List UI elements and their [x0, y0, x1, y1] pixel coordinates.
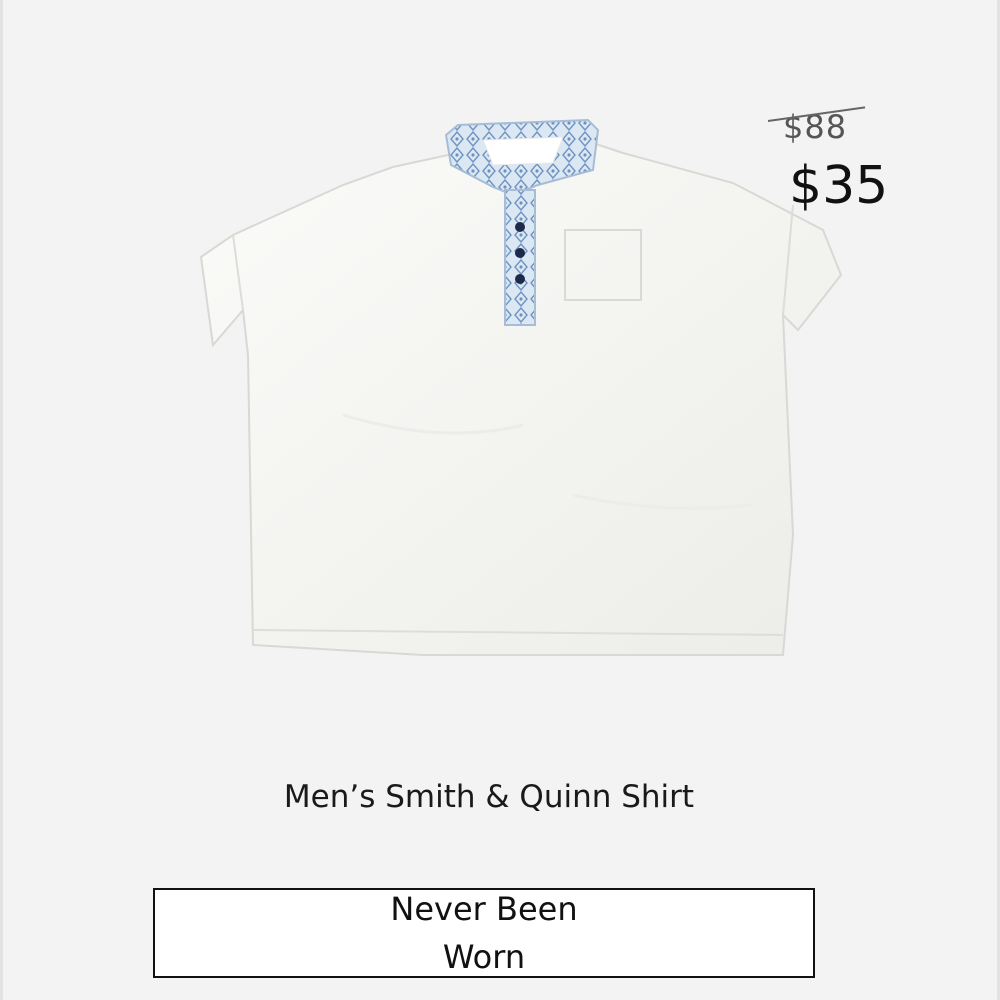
polo-shirt-icon [199, 118, 843, 656]
product-image[interactable] [193, 115, 853, 675]
condition-label: Never Been Worn [390, 890, 578, 976]
condition-badge: Never Been Worn [153, 888, 815, 978]
sale-price: $35 [789, 156, 889, 216]
product-title: Men’s Smith & Quinn Shirt [283, 779, 695, 815]
product-card: $88 $35 Men’s Smith & Quinn Shirt Never … [0, 0, 1000, 1000]
